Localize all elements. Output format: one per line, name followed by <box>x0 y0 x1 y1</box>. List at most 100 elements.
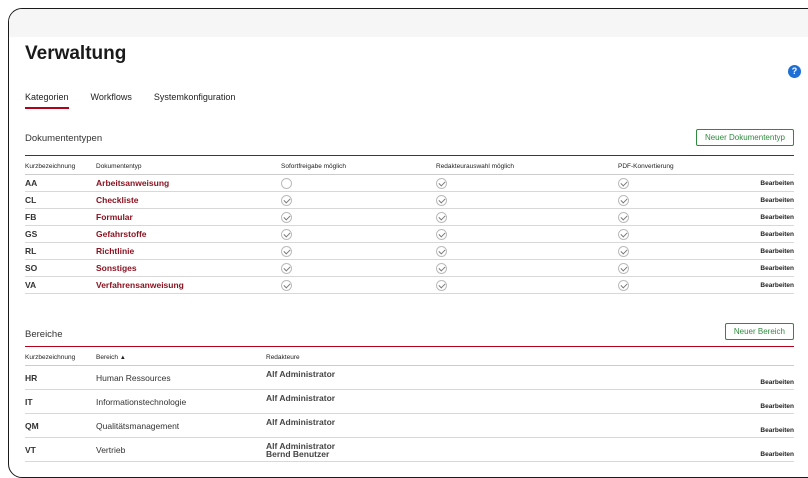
check-icon <box>281 262 292 274</box>
check-icon <box>281 194 292 206</box>
table-row: HR Human Ressources Alf Administrator Bearb… <box>25 365 794 390</box>
sort-ascending-icon: ▲ <box>119 355 126 361</box>
table-row: QM Qualitätsmanagement Alf Administrator Be… <box>25 413 794 438</box>
dokumententypen-title: Dokumententypen <box>25 133 103 144</box>
edit-button[interactable]: Bearbeiten <box>718 242 794 260</box>
dokumententyp-link[interactable]: Checkliste <box>96 195 139 205</box>
bereich-cell: Qualitätsmanagement <box>96 413 266 438</box>
dokumententyp-link[interactable]: Gefahrstoffe <box>96 229 147 239</box>
column-header-sortable[interactable]: Bereich ▲ <box>96 346 266 366</box>
dokumententyp-cell: Checkliste <box>96 191 281 209</box>
sofort-cell <box>281 174 436 192</box>
edit-button[interactable]: Bearbeiten <box>718 259 794 277</box>
edit-button[interactable]: Bearbeiten <box>718 276 794 294</box>
table-row: AA Arbeitsanweisung Bearbeiten <box>25 174 794 192</box>
kurzbezeichnung-cell: VA <box>25 276 96 294</box>
redakteure-cell: Alf Administrator <box>266 413 714 438</box>
bereich-cell: Informationstechnologie <box>96 389 266 414</box>
edit-button[interactable]: Bearbeiten <box>718 208 794 226</box>
dokumententyp-cell: Gefahrstoffe <box>96 225 281 243</box>
table-row: VA Verfahrensanweisung Bearbeiten <box>25 276 794 294</box>
sofort-cell <box>281 225 436 243</box>
redakteure-cell: Alf Administrator <box>266 365 714 390</box>
kurzbezeichnung-cell: AA <box>25 174 96 192</box>
bereich-cell: Human Ressources <box>96 365 266 390</box>
top-bar <box>9 9 808 37</box>
edit-button[interactable]: Bearbeiten <box>714 437 794 462</box>
dokumententyp-cell: Richtlinie <box>96 242 281 260</box>
new-bereich-button[interactable]: Neuer Bereich <box>724 323 794 340</box>
dokumententyp-cell: Arbeitsanweisung <box>96 174 281 192</box>
redakteur-cell <box>436 259 618 277</box>
dokumententypen-table: Kurzbezeichnung Dokumententyp Sofortfrei… <box>25 155 794 294</box>
column-header: Sofortfreigabe möglich <box>281 155 436 175</box>
kurzbezeichnung-cell: CL <box>25 191 96 209</box>
kurzbezeichnung-cell: HR <box>25 365 96 390</box>
check-icon <box>436 228 447 240</box>
edit-button[interactable]: Bearbeiten <box>714 413 794 438</box>
column-header: Dokumententyp <box>96 155 281 175</box>
tab-kategorien[interactable]: Kategorien <box>25 92 69 109</box>
edit-button[interactable]: Bearbeiten <box>718 191 794 209</box>
check-icon <box>281 228 292 240</box>
dokumententyp-cell: Verfahrensanweisung <box>96 276 281 294</box>
column-header-label: Bereich <box>96 354 119 361</box>
pdf-cell <box>618 242 718 260</box>
bereiche-title: Bereiche <box>25 329 63 340</box>
tab-systemkonfiguration[interactable]: Systemkonfiguration <box>154 92 236 109</box>
pdf-cell <box>618 259 718 277</box>
column-header: Redakteurauswahl möglich <box>436 155 618 175</box>
new-dokumententyp-button[interactable]: Neuer Dokumententyp <box>695 129 794 146</box>
dokumententypen-rows: AA Arbeitsanweisung Bearbeiten CL Checkliste… <box>25 174 794 294</box>
table-header: Kurzbezeichnung Bereich ▲ Redakteure <box>25 346 794 366</box>
column-header: Kurzbezeichnung <box>25 346 96 366</box>
sofort-cell <box>281 208 436 226</box>
check-icon <box>436 262 447 274</box>
pdf-cell <box>618 276 718 294</box>
kurzbezeichnung-cell: VT <box>25 437 96 462</box>
edit-button[interactable]: Bearbeiten <box>718 174 794 192</box>
dokumententyp-link[interactable]: Formular <box>96 212 133 222</box>
pdf-cell <box>618 174 718 192</box>
help-icon[interactable]: ? <box>788 65 801 78</box>
check-icon <box>618 177 629 189</box>
table-row: RL Richtlinie Bearbeiten <box>25 242 794 260</box>
table-row: FB Formular Bearbeiten <box>25 208 794 226</box>
kurzbezeichnung-cell: FB <box>25 208 96 226</box>
table-row: GS Gefahrstoffe Bearbeiten <box>25 225 794 243</box>
dokumententyp-link[interactable]: Arbeitsanweisung <box>96 178 169 188</box>
redakteur-cell <box>436 276 618 294</box>
redakteure-cell: Alf Administrator Bernd Benutzer <box>266 437 714 462</box>
redakteur-name: Alf Administrator <box>266 441 336 451</box>
table-row: SO Sonstiges Bearbeiten <box>25 259 794 277</box>
kurzbezeichnung-cell: QM <box>25 413 96 438</box>
kurzbezeichnung-cell: GS <box>25 225 96 243</box>
check-icon <box>618 211 629 223</box>
edit-button[interactable]: Bearbeiten <box>714 389 794 414</box>
redakteur-name: Bernd Benutzer <box>266 449 330 459</box>
bereiche-table: Kurzbezeichnung Bereich ▲ Redakteure HR H… <box>25 346 794 462</box>
check-icon <box>436 177 447 189</box>
check-icon <box>436 194 447 206</box>
dokumententyp-link[interactable]: Sonstiges <box>96 263 137 273</box>
edit-button[interactable]: Bearbeiten <box>714 365 794 390</box>
check-icon <box>618 245 629 257</box>
column-header: Kurzbezeichnung <box>25 155 96 175</box>
edit-button[interactable]: Bearbeiten <box>718 225 794 243</box>
sofort-cell <box>281 259 436 277</box>
dokumententyp-cell: Formular <box>96 208 281 226</box>
bereiche-rows: HR Human Ressources Alf Administrator Bearb… <box>25 365 794 462</box>
redakteur-cell <box>436 225 618 243</box>
table-header: Kurzbezeichnung Dokumententyp Sofortfrei… <box>25 155 794 175</box>
check-icon <box>281 245 292 257</box>
dokumententyp-link[interactable]: Richtlinie <box>96 246 134 256</box>
dokumententyp-cell: Sonstiges <box>96 259 281 277</box>
check-icon <box>618 194 629 206</box>
redakteur-name: Alf Administrator <box>266 393 336 403</box>
table-row: IT Informationstechnologie Alf Administrat… <box>25 389 794 414</box>
check-icon <box>436 211 447 223</box>
check-icon <box>281 279 292 291</box>
dokumententyp-link[interactable]: Verfahrensanweisung <box>96 280 184 290</box>
tab-workflows[interactable]: Workflows <box>91 92 132 109</box>
sofort-cell <box>281 191 436 209</box>
